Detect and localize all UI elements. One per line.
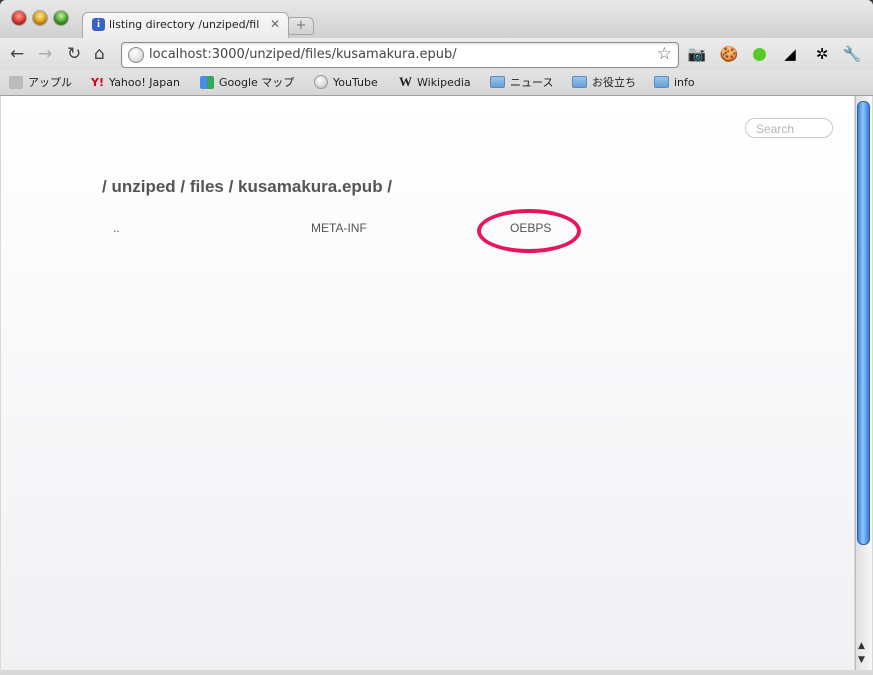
address-bar[interactable]: localhost:3000/unziped/files/kusamakura.… <box>121 42 679 68</box>
cookie-icon[interactable]: 🍪 <box>719 44 739 64</box>
green-dot-icon[interactable] <box>749 44 769 64</box>
close-tab-icon[interactable]: ✕ <box>270 17 280 31</box>
bookmark-folder-news[interactable]: ニュース <box>490 74 553 90</box>
url-text[interactable]: localhost:3000/unziped/files/kusamakura.… <box>149 47 457 62</box>
bookmark-label: YouTube <box>333 75 378 89</box>
directory-path-heading: / unziped / files / kusamakura.epub / <box>102 177 393 196</box>
speed-icon[interactable]: ◢ <box>780 44 800 64</box>
bookmark-label: ニュース <box>510 76 554 89</box>
tab-listing-directory[interactable]: i listing directory /unziped/fil ✕ <box>82 12 289 39</box>
apple-icon <box>9 75 23 89</box>
highlight-circle <box>477 209 581 253</box>
bookmark-label: Wikipedia <box>417 75 471 89</box>
bookmark-label: info <box>674 75 695 89</box>
globe-icon <box>128 47 144 63</box>
camera-icon[interactable]: 📷 <box>687 44 707 64</box>
bookmark-folder-useful[interactable]: お役立ち <box>572 74 636 90</box>
bookmark-label: アップル <box>28 76 72 89</box>
yahoo-icon: Y! <box>91 75 104 89</box>
minimize-window-button[interactable] <box>33 11 47 25</box>
browser-window: i listing directory /unziped/fil ✕ + ← →… <box>0 0 873 675</box>
globe-icon <box>314 75 328 89</box>
back-button[interactable]: ← <box>10 44 24 64</box>
bookmark-folder-info[interactable]: info <box>654 74 695 90</box>
bookmark-star-icon[interactable]: ☆ <box>657 44 672 64</box>
page-content: Search / unziped / files / kusamakura.ep… <box>1 96 854 670</box>
bookmark-google-maps[interactable]: Google マップ <box>200 74 294 90</box>
forward-button[interactable]: → <box>38 44 52 64</box>
reload-button[interactable]: ↻ <box>67 44 81 64</box>
tab-title: listing directory /unziped/fil <box>109 18 259 31</box>
folder-icon <box>490 76 505 88</box>
bug-icon[interactable]: ✲ <box>812 44 832 64</box>
bookmark-youtube[interactable]: YouTube <box>314 74 378 90</box>
zoom-window-button[interactable] <box>54 11 68 25</box>
scroll-up-arrow-icon[interactable]: ▲ <box>858 641 865 651</box>
wikipedia-icon: W <box>399 74 412 89</box>
bookmark-yahoo-japan[interactable]: Y! Yahoo! Japan <box>91 74 180 90</box>
bookmark-label: お役立ち <box>592 76 636 89</box>
info-icon: i <box>92 18 105 31</box>
bookmark-apple[interactable]: アップル <box>9 74 72 90</box>
google-maps-icon <box>200 75 214 89</box>
new-tab-button[interactable]: + <box>288 17 314 35</box>
wrench-icon[interactable]: 🔧 <box>842 44 862 64</box>
directory-entry-meta-inf[interactable]: META-INF <box>311 221 367 235</box>
scrollbar-thumb[interactable] <box>857 101 870 545</box>
tab-strip: i listing directory /unziped/fil ✕ + <box>0 0 873 39</box>
directory-entry-parent[interactable]: .. <box>113 221 120 235</box>
bookmark-label: Yahoo! Japan <box>108 75 180 89</box>
scroll-down-arrow-icon[interactable]: ▼ <box>858 655 865 665</box>
folder-icon <box>654 76 669 88</box>
close-window-button[interactable] <box>12 11 26 25</box>
bookmark-label: Google マップ <box>219 76 295 89</box>
folder-icon <box>572 76 587 88</box>
bookmarks-bar: アップル Y! Yahoo! Japan Google マップ YouTube … <box>0 70 873 96</box>
bookmark-wikipedia[interactable]: W Wikipedia <box>399 74 471 90</box>
search-input[interactable]: Search <box>745 118 833 138</box>
home-button[interactable]: ⌂ <box>94 44 105 64</box>
